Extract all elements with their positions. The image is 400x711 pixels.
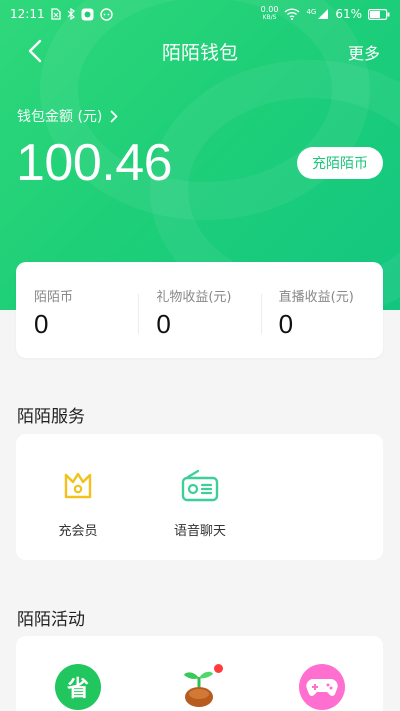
service-voice-chat[interactable]: 语音聊天 — [155, 464, 245, 539]
app-notification-icon — [81, 8, 94, 21]
wifi-icon — [284, 8, 300, 20]
stat-label: 礼物收益(元) — [156, 290, 232, 305]
nav-bar: 陌陌钱包 更多 — [0, 28, 400, 74]
stat-value: 0 — [278, 309, 294, 339]
sim-icon — [50, 8, 61, 20]
stat-gift-income[interactable]: 礼物收益(元) 0 — [138, 262, 260, 358]
wallet-amount-label: 钱包金额 (元) — [17, 109, 103, 125]
stat-momo-coins[interactable]: 陌陌币 0 — [16, 262, 138, 358]
activity-games[interactable] — [277, 664, 367, 710]
stat-label: 陌陌币 — [34, 290, 74, 305]
signal-icon: 4G — [306, 8, 329, 20]
service-membership[interactable]: 充会员 — [33, 464, 123, 539]
more-button[interactable]: 更多 — [348, 40, 380, 64]
chevron-right-icon — [110, 110, 118, 122]
stat-value: 0 — [34, 309, 49, 339]
status-time: 12:11 — [10, 7, 45, 21]
chevron-left-icon — [28, 39, 42, 63]
page-title: 陌陌钱包 — [161, 41, 238, 64]
message-icon — [99, 7, 113, 21]
bluetooth-icon — [67, 8, 75, 20]
activities-card: 省 — [16, 636, 383, 711]
back-button[interactable] — [20, 36, 50, 66]
stat-value: 0 — [156, 309, 171, 339]
service-label: 语音聊天 — [173, 524, 226, 539]
radio-icon — [178, 464, 222, 508]
wallet-amount-link[interactable]: 钱包金额 (元) — [17, 106, 118, 126]
activity-sprout[interactable] — [155, 662, 245, 708]
earnings-card: 陌陌币 0 礼物收益(元) 0 直播收益(元) 0 — [16, 262, 383, 358]
stat-label: 直播收益(元) — [278, 290, 354, 305]
stat-live-income[interactable]: 直播收益(元) 0 — [260, 262, 383, 358]
services-title: 陌陌服务 — [17, 407, 85, 427]
battery-icon — [368, 8, 390, 20]
battery-level: 61% — [335, 7, 362, 21]
crown-icon — [56, 464, 100, 508]
activities-title: 陌陌活动 — [17, 610, 85, 630]
service-label: 充会员 — [58, 524, 98, 539]
notification-dot — [214, 664, 223, 673]
services-card: 充会员 语音聊天 — [16, 434, 383, 560]
activity-savings[interactable]: 省 — [33, 664, 123, 710]
status-bar: 12:11 0.00 KB/S 4G 61% — [0, 0, 400, 28]
save-badge-icon: 省 — [55, 664, 101, 710]
wallet-balance: 100.46 — [16, 134, 173, 192]
gamepad-icon — [299, 664, 345, 710]
sprout-icon — [177, 662, 223, 708]
net-speed: 0.00 KB/S — [260, 5, 279, 22]
recharge-button[interactable]: 充陌陌币 — [297, 147, 383, 179]
